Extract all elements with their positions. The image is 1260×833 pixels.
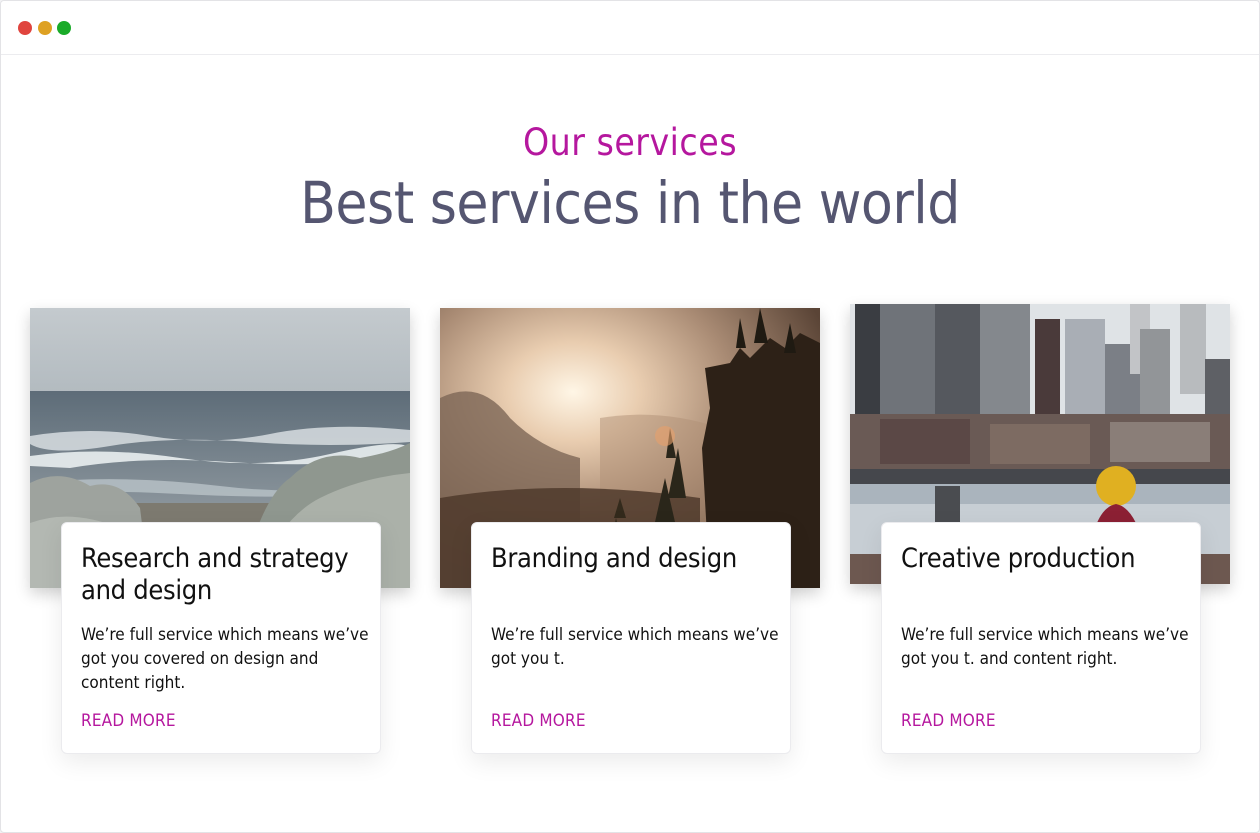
- read-more-link[interactable]: READ MORE: [81, 711, 176, 731]
- card-description: We’re full service which means we’ve got…: [81, 625, 369, 693]
- browser-window: Our services Best services in the world: [0, 0, 1260, 833]
- minimize-dot[interactable]: [38, 21, 52, 35]
- card-title: Branding and design: [491, 543, 737, 574]
- service-card-2: Branding and design We’re full service w…: [471, 522, 791, 754]
- card-title: Research and strategy and design: [81, 543, 349, 606]
- card-description: We’re full service which means we’ve got…: [491, 625, 779, 669]
- read-more-link[interactable]: READ MORE: [901, 711, 996, 731]
- service-card-1: Research and strategy and design We’re f…: [61, 522, 381, 754]
- service-card-3: Creative production We’re full service w…: [881, 522, 1201, 754]
- close-dot[interactable]: [18, 21, 32, 35]
- card-description: We’re full service which means we’ve got…: [901, 625, 1189, 669]
- card-title: Creative production: [901, 543, 1136, 574]
- maximize-dot[interactable]: [57, 21, 71, 35]
- window-titlebar: [1, 1, 1259, 55]
- read-more-link[interactable]: READ MORE: [491, 711, 586, 731]
- section-headline: Best services in the world: [300, 169, 960, 237]
- section-eyebrow: Our services: [522, 121, 738, 164]
